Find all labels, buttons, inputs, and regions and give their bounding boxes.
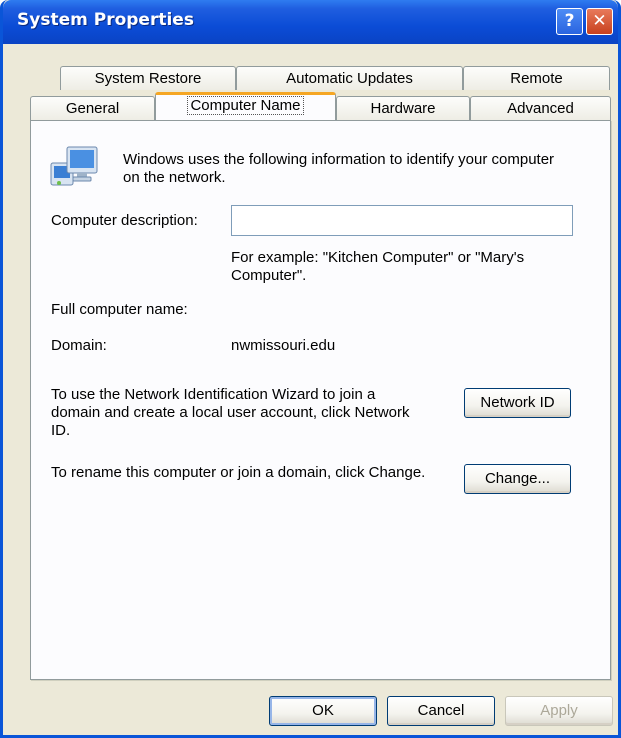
rename-text: To rename this computer or join a domain…	[51, 464, 426, 481]
tab-automatic-updates[interactable]: Automatic Updates	[236, 66, 463, 90]
full-computer-name-label: Full computer name:	[51, 301, 188, 318]
tab-computer-name-label: Computer Name	[187, 96, 304, 115]
tab-advanced[interactable]: Advanced	[470, 96, 611, 120]
domain-label: Domain:	[51, 337, 107, 354]
change-button[interactable]: Change...	[464, 464, 571, 494]
computer-network-icon	[50, 146, 98, 186]
computer-name-panel: Windows uses the following information t…	[30, 120, 611, 680]
computer-description-label: Computer description:	[51, 212, 198, 229]
tab-computer-name[interactable]: Computer Name	[155, 92, 336, 120]
domain-value: nwmissouri.edu	[231, 337, 336, 354]
description-example-line1: For example: "Kitchen Computer" or "Mary…	[231, 249, 525, 266]
system-properties-window: System Properties ? ✕ System Restore Aut…	[0, 0, 621, 738]
tab-system-restore[interactable]: System Restore	[60, 66, 236, 90]
close-button[interactable]: ✕	[586, 8, 613, 35]
computer-description-input[interactable]	[231, 205, 573, 236]
cancel-button[interactable]: Cancel	[387, 696, 495, 726]
tab-hardware[interactable]: Hardware	[336, 96, 470, 120]
network-id-text-line3: ID.	[51, 422, 71, 439]
network-id-text-line1: To use the Network Identification Wizard…	[51, 386, 376, 403]
apply-button[interactable]: Apply	[505, 696, 613, 726]
ok-button[interactable]: OK	[269, 696, 377, 726]
tab-remote[interactable]: Remote	[463, 66, 610, 90]
tab-general[interactable]: General	[30, 96, 155, 120]
network-id-button[interactable]: Network ID	[464, 388, 571, 418]
window-title: System Properties	[17, 10, 194, 30]
help-button[interactable]: ?	[556, 8, 583, 35]
description-example-line2: Computer".	[231, 267, 307, 284]
network-id-text-line2: domain and create a local user account, …	[51, 404, 410, 421]
intro-text-line1: Windows uses the following information t…	[123, 151, 555, 168]
title-bar[interactable]: System Properties ? ✕	[3, 0, 618, 44]
intro-text-line2: on the network.	[123, 169, 226, 186]
